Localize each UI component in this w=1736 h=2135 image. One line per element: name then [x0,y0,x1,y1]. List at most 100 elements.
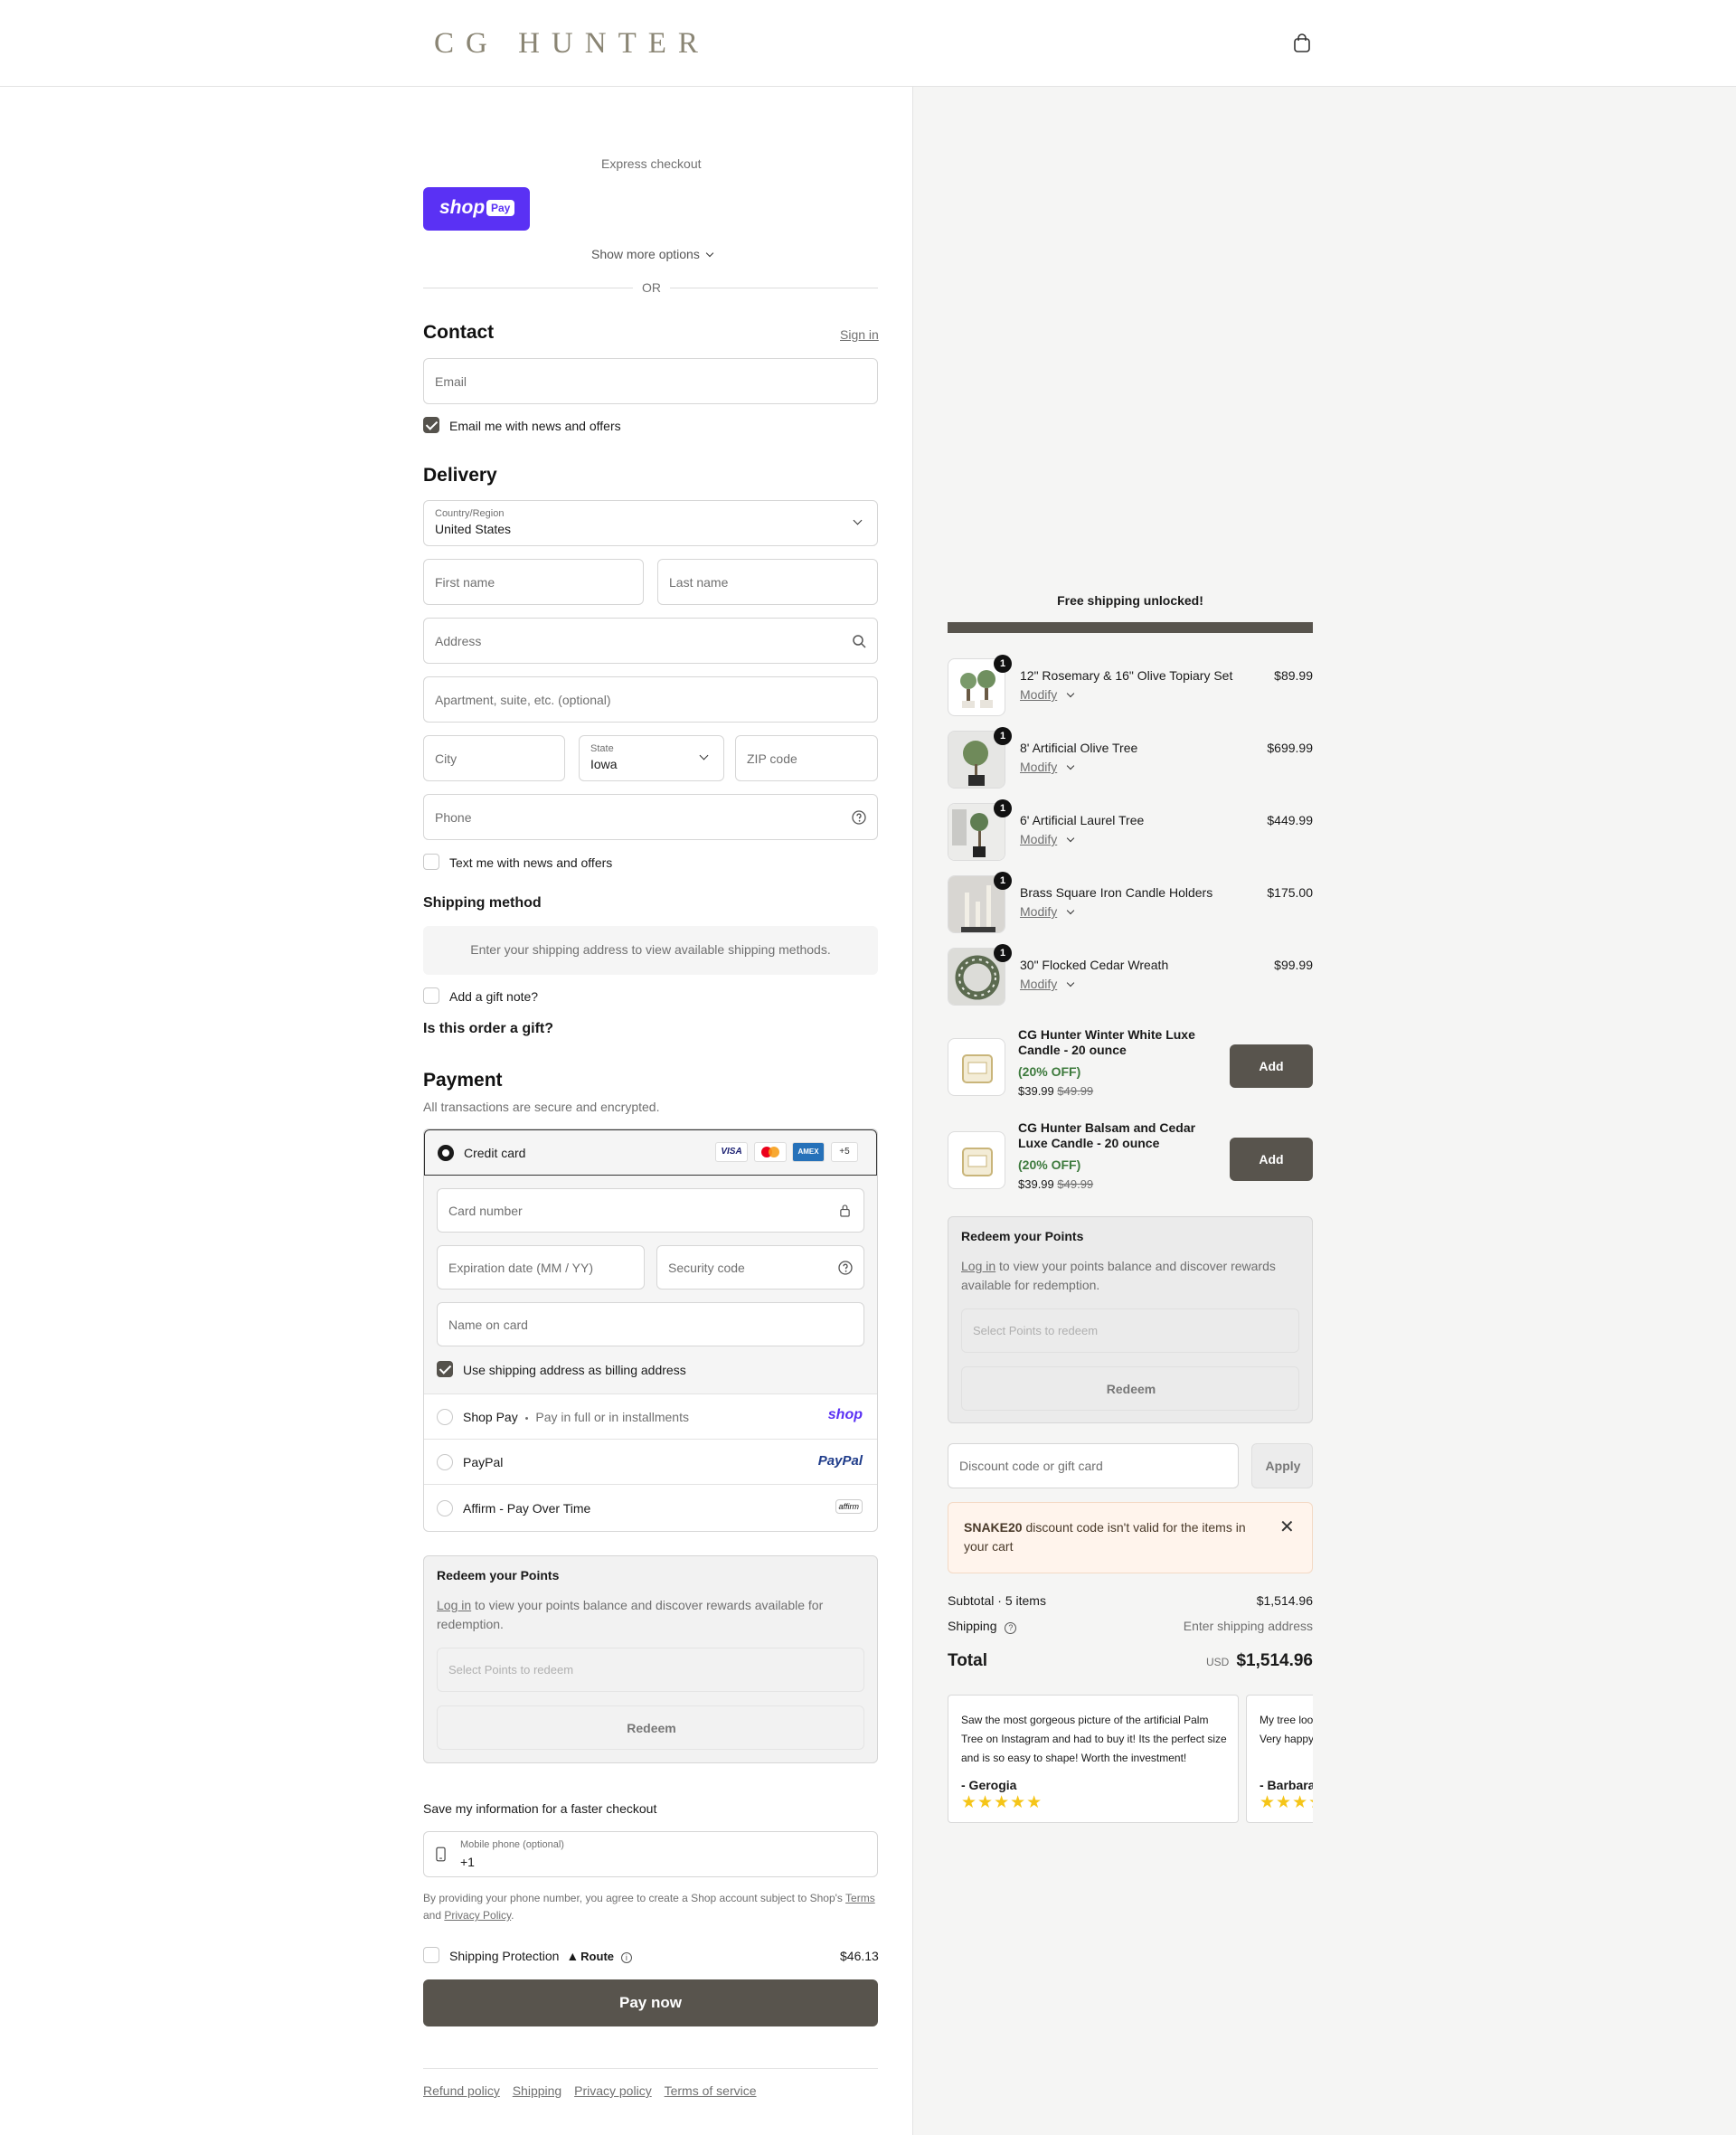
expiration-placeholder: Expiration date (MM / YY) [448,1260,594,1275]
shipping-row: Shipping ? [948,1619,1017,1634]
address-field[interactable]: Address [423,618,878,664]
shipping-protection-checkbox[interactable] [423,1947,439,1963]
redeem-button[interactable]: Redeem [437,1705,864,1750]
free-shipping-progress-bar [948,622,1313,633]
modify-link[interactable]: Modify [1020,760,1075,774]
terms-link[interactable]: Terms [845,1892,875,1904]
product-image [948,1038,1005,1096]
modify-link[interactable]: Modify [1020,977,1075,991]
modify-label: Modify [1020,760,1058,774]
pay-now-button[interactable]: Pay now [423,1979,878,2026]
gift-note-label: Add a gift note? [449,989,539,1004]
affirm-logo: affirm [835,1499,863,1514]
affirm-option[interactable]: Affirm - Pay Over Time affirm [424,1484,877,1531]
add-upsell-button[interactable]: Add [1230,1044,1313,1088]
email-field[interactable]: Email [423,358,878,404]
security-code-placeholder: Security code [668,1260,745,1275]
city-field[interactable]: City [423,735,565,781]
review-text: My tree looks so real and everyone comme… [1260,1714,1313,1745]
text-news-checkbox[interactable] [423,854,439,870]
login-link[interactable]: Log in [437,1598,471,1612]
redeem-button-label: Redeem [627,1721,676,1735]
chevron-down-icon [1066,978,1075,987]
shop-pay-option[interactable]: Shop Pay • Pay in full or in installment… [424,1393,877,1439]
delivery-title: Delivery [423,465,497,486]
brand-logo[interactable]: CG HUNTER [434,27,710,61]
state-select[interactable]: State Iowa [579,735,724,781]
billing-same-checkbox[interactable] [437,1361,453,1377]
product-price: $89.99 [1274,668,1313,683]
close-icon[interactable]: ✕ [1279,1516,1295,1538]
disclaimer-text-3: . [511,1909,514,1922]
show-more-label: Show more options [591,247,700,261]
payment-methods: Credit card VISA AMEX +5 Card number Exp… [423,1129,878,1532]
apartment-field[interactable]: Apartment, suite, etc. (optional) [423,676,878,723]
add-upsell-button[interactable]: Add [1230,1138,1313,1181]
subtotal-value: $1,514.96 [1256,1593,1313,1608]
zip-field[interactable]: ZIP code [735,735,878,781]
visa-icon: VISA [715,1142,748,1162]
first-name-field[interactable]: First name [423,559,644,605]
modify-link[interactable]: Modify [1020,832,1075,846]
header: CG HUNTER [0,0,1736,87]
name-on-card-field[interactable]: Name on card [437,1302,864,1346]
redeem-title: Redeem your Points [961,1229,1084,1243]
name-on-card-placeholder: Name on card [448,1317,528,1332]
cart-icon[interactable] [1292,33,1312,53]
points-select[interactable]: Select Points to redeem [437,1648,864,1692]
state-value: Iowa [590,757,618,771]
info-icon[interactable]: i [620,1952,632,1963]
email-news-checkbox[interactable] [423,417,439,433]
gift-note-checkbox[interactable] [423,987,439,1004]
discount-error-code: SNAKE20 [964,1520,1023,1535]
help-icon[interactable] [838,1261,853,1275]
apply-button[interactable]: Apply [1251,1443,1313,1488]
country-select[interactable]: Country/Region United States [423,500,878,546]
terms-of-service-link[interactable]: Terms of service [665,2083,757,2098]
shop-pay-option-label: Shop Pay [463,1410,518,1424]
discount-code-field[interactable]: Discount code or gift card [948,1443,1239,1488]
review-text: Saw the most gorgeous picture of the art… [961,1714,1227,1764]
privacy-policy-link[interactable]: Privacy Policy [444,1909,511,1922]
redeem-button[interactable]: Redeem [961,1366,1299,1411]
chevron-down-icon [705,249,713,258]
paypal-radio[interactable] [437,1454,453,1470]
expiration-field[interactable]: Expiration date (MM / YY) [437,1245,645,1290]
modify-label: Modify [1020,687,1058,702]
shipping-policy-link[interactable]: Shipping [513,2083,562,2098]
modify-link[interactable]: Modify [1020,904,1075,919]
affirm-radio[interactable] [437,1500,453,1516]
help-icon[interactable]: ? [1005,1622,1017,1634]
apply-label: Apply [1265,1459,1301,1473]
credit-card-radio[interactable] [438,1145,454,1161]
shop-pay-separator: • [524,1413,529,1424]
phone-field[interactable]: Phone [423,794,878,840]
product-price: $99.99 [1274,958,1313,972]
help-icon[interactable] [852,810,866,825]
phone-placeholder: Phone [435,809,472,825]
product-name: 30" Flocked Cedar Wreath [1020,958,1169,972]
modify-link[interactable]: Modify [1020,687,1075,702]
product-name: Brass Square Iron Candle Holders [1020,885,1213,900]
reviews-carousel[interactable]: Saw the most gorgeous picture of the art… [948,1695,1313,1825]
shop-pay-button[interactable]: shop Pay [423,187,530,231]
privacy-policy-footer-link[interactable]: Privacy policy [574,2083,652,2098]
paypal-option[interactable]: PayPal PayPal [424,1439,877,1484]
login-link[interactable]: Log in [961,1259,995,1273]
show-more-options[interactable]: Show more options [591,247,713,261]
sign-in-link[interactable]: Sign in [840,327,879,342]
free-shipping-progress-fill [948,622,1313,633]
refund-policy-link[interactable]: Refund policy [423,2083,500,2098]
chevron-down-icon [853,515,863,525]
shop-pay-radio[interactable] [437,1409,453,1425]
points-select[interactable]: Select Points to redeem [961,1308,1299,1353]
card-number-field[interactable]: Card number [437,1188,864,1233]
currency-label: USD [1205,1656,1230,1668]
card-number-placeholder: Card number [448,1203,523,1218]
last-name-field[interactable]: Last name [657,559,878,605]
mobile-phone-field[interactable]: Mobile phone (optional) +1 [423,1831,878,1877]
security-code-field[interactable]: Security code [656,1245,864,1290]
paypal-logo: PayPal [817,1453,863,1469]
contact-title: Contact [423,322,495,343]
credit-card-option[interactable]: Credit card VISA AMEX +5 [424,1129,877,1176]
